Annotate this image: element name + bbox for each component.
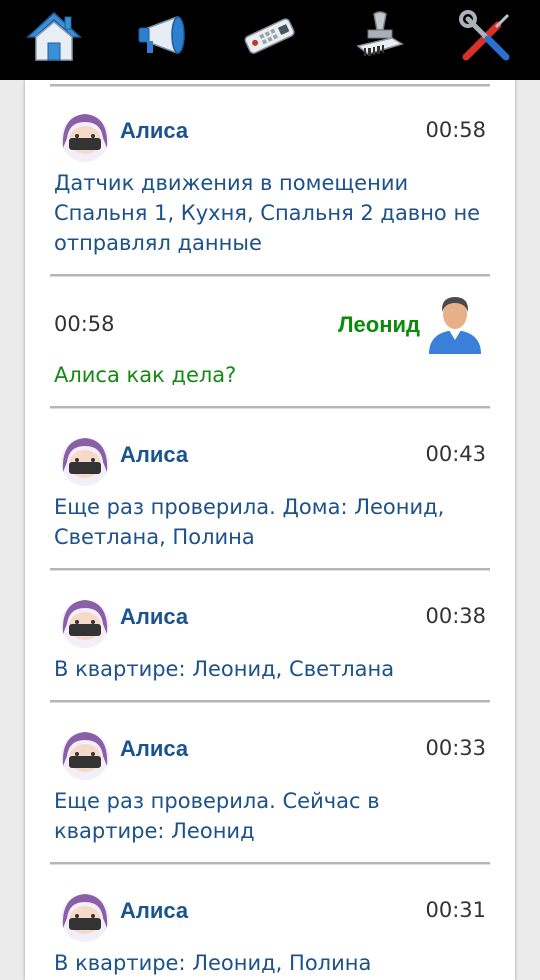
- message-line: Алиса как дела?: [54, 363, 237, 387]
- message-time: 00:43: [425, 442, 486, 466]
- message-text: Алиса как дела?: [54, 360, 494, 390]
- message-line: Еще раз проверила. Сейчас в: [54, 789, 380, 813]
- message-text: Еще раз проверила. Дома: Леонид, Светлан…: [54, 492, 494, 552]
- top-toolbar: [0, 0, 540, 80]
- message-time: 00:31: [425, 898, 486, 922]
- chat-panel[interactable]: Алиса 00:58 Датчик движения в помещении …: [25, 80, 515, 980]
- message-line: Еще раз проверила. Дома: Леонид,: [54, 495, 445, 519]
- alisa-avatar-icon: [61, 732, 109, 780]
- remote-button[interactable]: [236, 6, 304, 68]
- alisa-avatar-icon: [61, 114, 109, 162]
- message-text: В квартире: Леонид, Светлана: [54, 654, 494, 684]
- megaphone-icon: [138, 15, 185, 55]
- message-time: 00:58: [425, 118, 486, 142]
- user-avatar-icon: [429, 297, 481, 354]
- alisa-avatar-icon: [61, 894, 109, 942]
- message-divider: [50, 84, 490, 87]
- sender-name: Алиса: [120, 604, 189, 629]
- message-line: отправлял данные: [54, 231, 262, 255]
- message-time: 00:38: [425, 604, 486, 628]
- sender-name: Алиса: [120, 898, 189, 923]
- home-button[interactable]: [20, 6, 88, 68]
- tools-icon: [459, 10, 510, 61]
- message-text: Еще раз проверила. Сейчас в квартире: Ле…: [54, 786, 494, 846]
- remote-control-icon: [244, 18, 295, 54]
- message-line: Датчик движения в помещении: [54, 171, 409, 195]
- message-line: В квартире: Леонид, Полина: [54, 951, 372, 975]
- message-line: квартире: Леонид: [54, 819, 255, 843]
- message-divider: [50, 700, 490, 703]
- message-time: 00:33: [425, 736, 486, 760]
- message-text: Датчик движения в помещении Спальня 1, К…: [54, 168, 494, 258]
- sender-name: Леонид: [338, 312, 420, 337]
- message-divider: [50, 406, 490, 409]
- announce-button[interactable]: [127, 6, 195, 68]
- home-icon: [26, 11, 82, 61]
- message-line: Светлана, Полина: [54, 525, 255, 549]
- sender-name: Алиса: [120, 736, 189, 761]
- sender-name: Алиса: [120, 442, 189, 467]
- message-time: 00:58: [54, 312, 115, 336]
- settings-button[interactable]: [452, 6, 520, 68]
- alisa-avatar-icon: [61, 438, 109, 486]
- message-line: В квартире: Леонид, Светлана: [54, 657, 395, 681]
- stamp-icon: [356, 11, 404, 56]
- sender-name: Алиса: [120, 118, 189, 143]
- message-divider: [50, 274, 490, 277]
- message-text: В квартире: Леонид, Полина: [54, 948, 494, 978]
- alisa-avatar-icon: [61, 600, 109, 648]
- stamp-button[interactable]: [346, 6, 414, 68]
- message-divider: [50, 568, 490, 571]
- message-line: Спальня 1, Кухня, Спальня 2 давно не: [54, 201, 481, 225]
- message-divider: [50, 862, 490, 865]
